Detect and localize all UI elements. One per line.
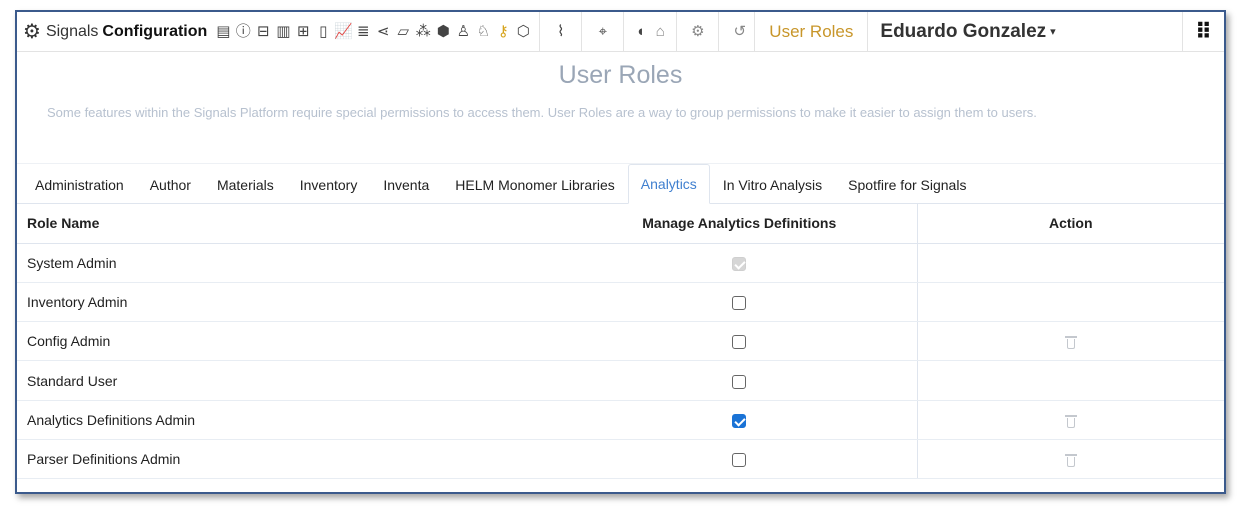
tab-inventa[interactable]: Inventa bbox=[370, 164, 442, 204]
table-row: Standard User bbox=[17, 360, 1224, 401]
top-navigation-bar: ⚙ Signals Configuration ▤ ⓘ ⊟ ▥ ⊞ ▯ 📈 ≣ ⋖ ▱ ⁂ ⬢ ♙ ♘ ⚷ ⬡… bbox=[17, 12, 1224, 52]
action-cell bbox=[916, 439, 1224, 480]
user-name: Eduardo Gonzalez bbox=[880, 20, 1047, 42]
document-list-icon[interactable]: ▥ bbox=[274, 21, 293, 43]
category-tabs: Administration Author Materials Inventory In… bbox=[17, 163, 1224, 204]
grid-table-icon[interactable]: ⊞ bbox=[294, 21, 313, 43]
column-header-action: Action bbox=[916, 204, 1224, 244]
table-row: Config Admin bbox=[17, 321, 1224, 362]
delete-trash-icon[interactable] bbox=[1064, 414, 1077, 428]
action-cell bbox=[916, 321, 1224, 362]
action-cell bbox=[916, 360, 1224, 401]
brand-prefix: Signals bbox=[45, 22, 99, 40]
cube-icon[interactable]: ⬡ bbox=[514, 21, 533, 43]
permission-cell bbox=[562, 400, 917, 440]
info-icon[interactable]: ⓘ bbox=[234, 21, 253, 43]
manage-analytics-checkbox[interactable] bbox=[732, 335, 747, 350]
role-name: Inventory Admin bbox=[17, 282, 562, 323]
nav-user-roles[interactable]: User Roles bbox=[754, 12, 869, 51]
tab-author[interactable]: Author bbox=[137, 164, 204, 204]
divider bbox=[623, 12, 625, 52]
route-icon[interactable]: ⌇ bbox=[547, 21, 575, 43]
table-row: Inventory Admin bbox=[17, 282, 1224, 323]
toolbar-icons: ▤ ⓘ ⊟ ▥ ⊞ ▯ 📈 ≣ ⋖ ▱ ⁂ ⬢ ♙ ♘ ⚷ ⬡ bbox=[213, 12, 533, 51]
brand[interactable]: ⚙ Signals Configuration bbox=[23, 12, 213, 51]
permission-cell bbox=[562, 282, 917, 323]
manage-analytics-checkbox bbox=[732, 256, 747, 271]
manage-analytics-checkbox[interactable] bbox=[732, 296, 747, 311]
divider bbox=[676, 12, 678, 52]
role-name: Config Admin bbox=[17, 321, 562, 362]
settings-gear-icon: ⚙ bbox=[23, 20, 41, 43]
tab-spotfire-for-signals[interactable]: Spotfire for Signals bbox=[835, 164, 979, 204]
factory-icon[interactable]: ⌂ bbox=[651, 21, 670, 43]
gears-icon[interactable]: ⚙ bbox=[684, 21, 712, 43]
permission-cell bbox=[562, 243, 917, 283]
table-header-row: Role Name Manage Analytics Definitions A… bbox=[17, 204, 1224, 244]
molecule-icon[interactable]: ⁂ bbox=[414, 21, 433, 43]
delete-trash-icon[interactable] bbox=[1064, 453, 1077, 468]
chevron-down-icon: ▾ bbox=[1050, 26, 1056, 38]
file-icon[interactable]: ▯ bbox=[314, 21, 333, 43]
user-icon[interactable]: ♘ bbox=[474, 21, 493, 43]
share-icon[interactable]: ⋖ bbox=[374, 21, 393, 43]
roles-table: Role Name Manage Analytics Definitions A… bbox=[17, 204, 1224, 480]
role-name: Analytics Definitions Admin bbox=[17, 400, 562, 440]
permission-cell bbox=[562, 360, 917, 401]
users-icon[interactable]: ♙ bbox=[454, 21, 473, 43]
tab-administration[interactable]: Administration bbox=[22, 164, 137, 204]
user-menu[interactable]: Eduardo Gonzalez ▾ bbox=[868, 12, 1067, 51]
role-name: Parser Definitions Admin bbox=[17, 439, 562, 480]
tab-analytics[interactable]: Analytics bbox=[627, 164, 710, 204]
calculator-icon[interactable]: ▤ bbox=[214, 21, 233, 43]
permission-cell bbox=[562, 439, 917, 480]
location-pin-icon[interactable]: ⌖ bbox=[589, 21, 617, 43]
tab-inventory[interactable]: Inventory bbox=[287, 164, 371, 204]
action-cell bbox=[916, 400, 1224, 440]
table-icon[interactable]: ⊟ bbox=[254, 21, 273, 43]
divider bbox=[718, 12, 720, 52]
table-row: Analytics Definitions Admin bbox=[17, 400, 1224, 440]
bar-chart-icon[interactable]: 📈 bbox=[334, 21, 353, 43]
tab-in-vitro-analysis[interactable]: In Vitro Analysis bbox=[710, 164, 835, 204]
history-icon[interactable]: ↺ bbox=[726, 21, 754, 43]
role-name: System Admin bbox=[17, 243, 562, 283]
divider bbox=[581, 12, 583, 52]
app-launcher-grid-icon[interactable]: ⠿ bbox=[1182, 12, 1224, 51]
permission-cell bbox=[562, 321, 917, 362]
brand-name: Configuration bbox=[102, 22, 208, 40]
delete-trash-icon[interactable] bbox=[1064, 335, 1077, 350]
action-cell bbox=[916, 282, 1224, 323]
action-cell bbox=[916, 243, 1224, 283]
tab-helm-monomer-libraries[interactable]: HELM Monomer Libraries bbox=[442, 164, 628, 204]
divider bbox=[539, 12, 541, 52]
database-icon[interactable]: ≣ bbox=[354, 21, 373, 43]
manage-analytics-checkbox[interactable] bbox=[732, 453, 747, 468]
role-name: Standard User bbox=[17, 360, 562, 401]
tab-materials[interactable]: Materials bbox=[204, 164, 287, 204]
manage-analytics-checkbox[interactable] bbox=[732, 413, 747, 428]
office-icon[interactable]: ◖ bbox=[631, 21, 650, 43]
manage-analytics-checkbox[interactable] bbox=[732, 374, 747, 389]
page-description: Some features within the Signals Platfor… bbox=[47, 105, 1037, 120]
column-header-permission: Manage Analytics Definitions bbox=[562, 204, 917, 244]
app-window: ⚙ Signals Configuration ▤ ⓘ ⊟ ▥ ⊞ ▯ 📈 ≣ ⋖ ▱ ⁂ ⬢ ♙ ♘ ⚷ ⬡… bbox=[15, 10, 1226, 494]
file-settings-icon[interactable]: ▱ bbox=[394, 21, 413, 43]
page-title: User Roles bbox=[558, 61, 683, 89]
table-row: Parser Definitions Admin bbox=[17, 439, 1224, 480]
key-icon[interactable]: ⚷ bbox=[494, 21, 513, 43]
hexagon-icon[interactable]: ⬢ bbox=[434, 21, 453, 43]
table-row: System Admin bbox=[17, 243, 1224, 283]
column-header-role-name[interactable]: Role Name bbox=[17, 204, 562, 244]
